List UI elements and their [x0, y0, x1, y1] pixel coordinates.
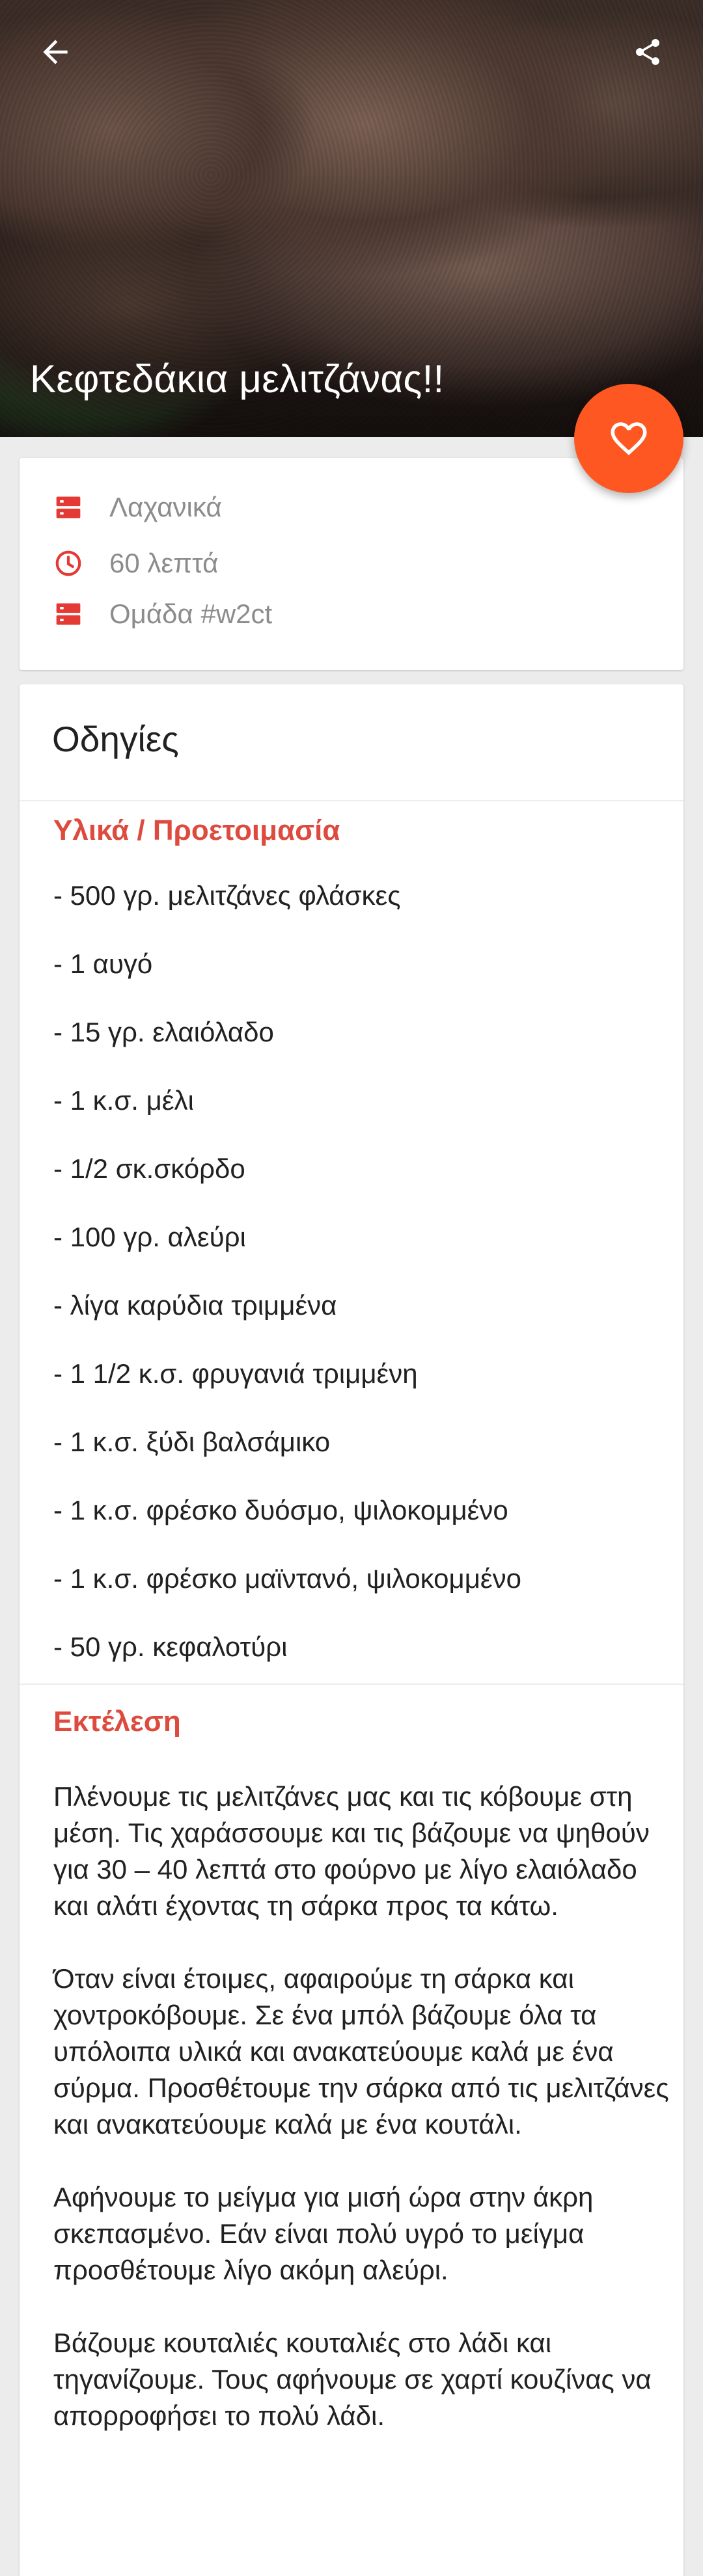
instructions-divider [20, 800, 683, 801]
ingredient-item: - 50 γρ. κεφαλοτύρι [53, 1631, 288, 1662]
execution-steps: Πλένουμε τις μελιτζάνες μας και τις κόβο… [53, 1778, 678, 2471]
ingredients-list: - 500 γρ. μελιτζάνες φλάσκες - 1 αυγό - … [53, 879, 521, 1699]
ingredient-item: - 100 γρ. αλεύρι [53, 1222, 246, 1252]
share-button[interactable] [622, 26, 674, 78]
favorite-button[interactable] [574, 384, 683, 493]
ingredient-item: - λίγα καρύδια τριμμένα [53, 1290, 337, 1321]
heart-outline-icon [611, 422, 647, 455]
instructions-card: Οδηγίες Υλικά / Προετοιμασία - 500 γρ. μ… [20, 684, 683, 2576]
ingredient-item: - 1 κ.σ. μέλι [53, 1085, 194, 1116]
clock-icon [53, 548, 83, 578]
ingredients-heading: Υλικά / Προετοιμασία [53, 814, 340, 846]
ingredient-item: - 1/2 σκ.σκόρδο [53, 1153, 245, 1184]
meta-duration-row: 60 λεπτά [53, 548, 218, 579]
instructions-title: Οδηγίες [52, 719, 179, 759]
meta-group-row: Ομάδα #w2ct [53, 598, 272, 630]
ingredient-item: - 500 γρ. μελιτζάνες φλάσκες [53, 880, 401, 911]
execution-heading: Εκτέλεση [53, 1706, 181, 1737]
ingredient-item: - 1 κ.σ. ξύδι βαλσάμικο [53, 1427, 331, 1457]
meta-category-label: Λαχανικά [109, 492, 222, 522]
category-list-icon [53, 492, 83, 522]
ingredient-item: - 1 1/2 κ.σ. φρυγανιά τριμμένη [53, 1358, 418, 1389]
ingredient-item: - 1 κ.σ. φρέσκο δυόσμο, ψιλοκομμένο [53, 1495, 508, 1525]
recipe-title: Κεφτεδάκια μελιτζάνας!! [30, 357, 445, 401]
execution-paragraph: Όταν είναι έτοιμες, αφαιρούμε τη σάρκα κ… [53, 1963, 669, 2140]
ingredient-item: - 1 αυγό [53, 948, 153, 979]
meta-category-row: Λαχανικά [53, 492, 222, 523]
arrow-left-icon [43, 40, 68, 64]
execution-paragraph: Πλένουμε τις μελιτζάνες μας και τις κόβο… [53, 1781, 650, 1921]
recipe-meta-card: Λαχανικά 60 λεπτά Ομάδα #w2ct [20, 458, 683, 670]
meta-duration-label: 60 λεπτά [109, 548, 219, 578]
meta-group-label: Ομάδα #w2ct [109, 598, 273, 629]
section-divider [20, 1684, 683, 1685]
share-icon [636, 39, 659, 65]
ingredient-item: - 1 κ.σ. φρέσκο μαϊντανό, ψιλοκομμένο [53, 1563, 522, 1594]
back-button[interactable] [29, 26, 81, 78]
execution-paragraph: Αφήνουμε το μείγμα για μισή ώρα στην άκρ… [53, 2182, 594, 2285]
group-list-icon [53, 599, 83, 629]
ingredient-item: - 15 γρ. ελαιόλαδο [53, 1017, 274, 1047]
execution-paragraph: Βάζουμε κουταλιές κουταλιές στο λάδι και… [53, 2328, 652, 2431]
